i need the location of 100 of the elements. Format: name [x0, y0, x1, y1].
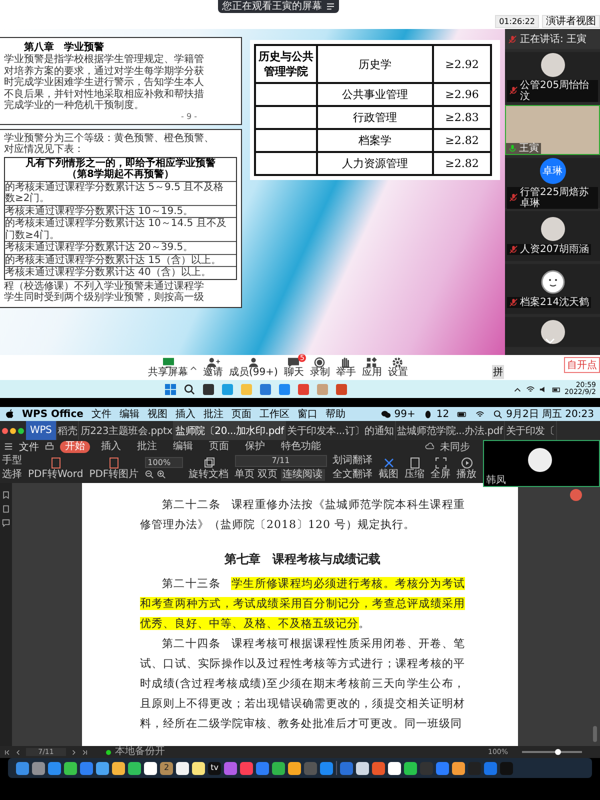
app-icon[interactable]	[288, 762, 301, 774]
printer-icon[interactable]	[45, 442, 54, 451]
continuous-reading-button[interactable]: 连续阅读	[280, 469, 325, 481]
menu-bar-item[interactable]: 页面	[231, 407, 252, 421]
menu-icon[interactable]	[4, 442, 13, 451]
document-tab[interactable]: 关于印发本...订〕的通知	[286, 421, 396, 440]
app-icon[interactable]: 2	[160, 762, 173, 774]
menu-bar-item[interactable]: 视图	[147, 407, 168, 421]
ribbon-tab[interactable]: 编辑	[168, 440, 198, 452]
toolbar-button[interactable]: 邀请	[203, 357, 223, 378]
bookmark-icon[interactable]	[2, 491, 10, 499]
page-number-field[interactable]: 7/11	[234, 455, 327, 467]
app-icon[interactable]	[192, 762, 205, 774]
battery-icon[interactable]	[552, 384, 561, 394]
document-tab[interactable]: 盐师院〔20...加水印.pdf	[174, 421, 286, 440]
ribbon-tab[interactable]: 批注	[132, 440, 162, 452]
menu-bar-item[interactable]: 编辑	[119, 407, 140, 421]
play-button[interactable]: 播放	[456, 456, 477, 480]
select-tool-button[interactable]: 选择	[2, 469, 22, 481]
ribbon-tab[interactable]: 页面	[204, 440, 234, 452]
toolbar-button[interactable]: 共享屏幕	[148, 357, 188, 378]
fullscreen-button[interactable]: 全屏	[430, 456, 451, 480]
previous-page-icon[interactable]	[15, 748, 22, 756]
app-icon[interactable]	[144, 762, 157, 774]
single-page-button[interactable]: 单页	[234, 469, 255, 481]
last-page-icon[interactable]	[81, 748, 88, 756]
next-page-icon[interactable]	[70, 748, 77, 756]
menu-bar-item[interactable]: 批注	[203, 407, 224, 421]
menu-bar-app-name[interactable]: WPS Office	[22, 408, 84, 420]
scrollbar[interactable]	[593, 726, 597, 742]
pdf-to-word-button[interactable]: PDF转Word	[28, 456, 84, 480]
page-icon[interactable]	[2, 505, 10, 513]
toolbar-button[interactable]: 成员(99+)	[229, 357, 278, 378]
comment-icon[interactable]	[2, 519, 10, 527]
document-tab[interactable]: WPS	[26, 421, 57, 440]
compress-button[interactable]: 压缩	[404, 456, 425, 480]
search-icon[interactable]	[493, 410, 504, 418]
zoom-window-button[interactable]	[18, 428, 24, 434]
speaker-view-button[interactable]: 演讲者视图	[542, 15, 600, 28]
app-icon[interactable]	[203, 384, 214, 394]
zoom-in-icon[interactable]	[156, 470, 166, 479]
battery-icon[interactable]	[457, 410, 468, 418]
unmute-button[interactable]: 自开点	[564, 357, 600, 373]
toolbar-button[interactable]: 应用	[362, 357, 382, 378]
toolbar-button[interactable]: 举手	[336, 357, 356, 378]
app-icon[interactable]	[388, 762, 401, 774]
participant-name: 行管225周焙苏卓琳	[520, 186, 590, 208]
toolbar-button[interactable]: 录制	[310, 357, 330, 378]
app-icon[interactable]	[404, 762, 417, 774]
backup-status[interactable]: 本地备份开	[115, 746, 165, 758]
participant-name: 档案214沈天鹤	[520, 297, 590, 308]
apple-logo-icon[interactable]	[6, 409, 14, 419]
screenshot-button[interactable]: 截图	[378, 456, 399, 480]
ribbon-tab[interactable]: 开始	[60, 440, 90, 452]
minimize-window-button[interactable]	[10, 428, 16, 434]
menu-bar-item[interactable]: 插入	[175, 407, 196, 421]
app-icon[interactable]	[176, 762, 189, 774]
menu-icon[interactable]	[326, 3, 335, 10]
slider-thumb[interactable]	[555, 749, 561, 755]
zoom-field[interactable]: 100%	[144, 457, 183, 468]
first-page-icon[interactable]	[4, 748, 11, 756]
ribbon-tab[interactable]: 特色功能	[276, 440, 326, 452]
app-icon[interactable]: tv	[208, 762, 221, 774]
search-icon[interactable]	[184, 384, 195, 394]
file-menu[interactable]: 文件	[19, 440, 39, 454]
menu-bar-item[interactable]: 窗口	[297, 407, 318, 421]
ribbon-tab[interactable]: 插入	[96, 440, 126, 452]
close-window-button[interactable]	[2, 428, 8, 434]
app-icon[interactable]	[64, 762, 77, 774]
double-page-button[interactable]: 双页	[258, 469, 278, 481]
document-text-line: 对应情况见下表：	[4, 144, 85, 156]
pdf-to-image-button[interactable]: PDF转图片	[89, 456, 139, 480]
document-tab[interactable]: 稻壳	[56, 421, 80, 440]
sync-status[interactable]: 未同步	[440, 440, 470, 454]
hand-tool-button[interactable]: 手型	[2, 455, 22, 467]
chat-bubbles-icon[interactable]	[381, 410, 392, 418]
app-icon[interactable]	[356, 762, 369, 774]
page-number: - 9 -	[180, 112, 198, 120]
menu-bar-item[interactable]: 工作区	[259, 407, 290, 421]
caret-icon[interactable]	[190, 364, 197, 370]
app-icon[interactable]	[112, 762, 125, 774]
wifi-icon[interactable]	[526, 384, 535, 394]
menu-bar-item[interactable]: 帮助	[325, 407, 346, 421]
rotate-document-button[interactable]: 旋转文档	[188, 456, 229, 480]
toolbar-button[interactable]: 设置	[388, 357, 408, 378]
chevron-down-icon[interactable]	[545, 338, 555, 344]
document-tab[interactable]: 关于印发〔	[504, 421, 557, 440]
document-tab[interactable]: 盐城师范学院...办法.pdf	[396, 421, 505, 440]
zoom-out-icon[interactable]	[144, 470, 154, 479]
full-translate-button[interactable]: 全文翻译	[332, 469, 373, 481]
windows-logo-icon[interactable]	[165, 384, 176, 394]
wifi-icon[interactable]	[475, 410, 486, 418]
document-tab[interactable]: 历223主题班会.pptx	[79, 421, 174, 440]
app-icon[interactable]	[128, 762, 141, 774]
table-cell-text: 考核未通过课程学分数累计达 40（含）以上。	[5, 267, 212, 278]
ribbon-tab[interactable]: 保护	[240, 440, 270, 452]
app-icon[interactable]	[452, 762, 465, 774]
word-translate-button[interactable]: 划词翻译	[332, 455, 373, 467]
user-avatar[interactable]	[570, 489, 582, 501]
menu-bar-item[interactable]: 文件	[91, 407, 112, 421]
